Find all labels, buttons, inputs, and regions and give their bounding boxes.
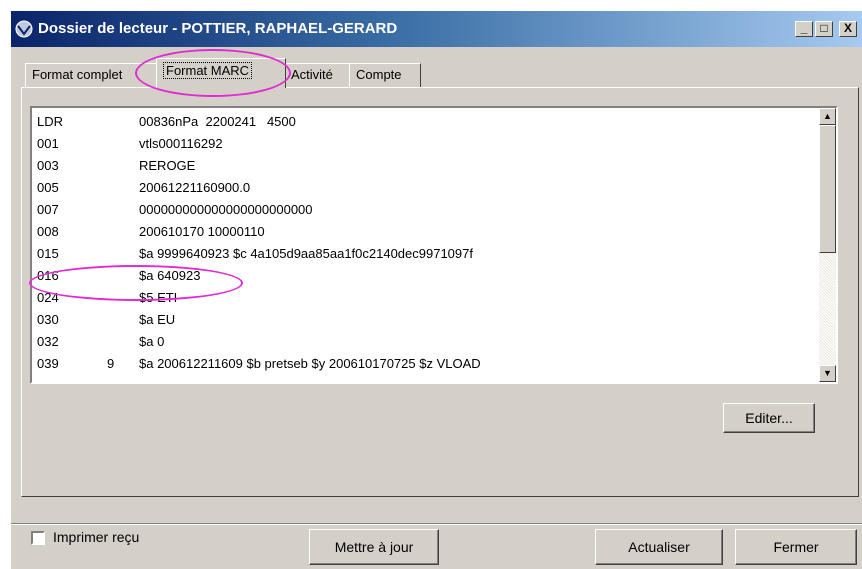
marc-tag: 007 bbox=[37, 202, 59, 217]
list-item[interactable]: 007 000000000000000000000000 bbox=[32, 200, 812, 220]
vertical-scrollbar[interactable]: ▲ ▼ bbox=[819, 108, 836, 382]
list-item[interactable]: LDR 00836nPa 2200241 4500 bbox=[32, 112, 812, 132]
marc-tag: 032 bbox=[37, 334, 59, 349]
marc-tag: 015 bbox=[37, 246, 59, 261]
maximize-button[interactable]: □ bbox=[815, 21, 833, 37]
update-button[interactable]: Mettre à jour bbox=[309, 529, 439, 565]
reader-record-window: Dossier de lecteur - POTTIER, RAPHAEL-GE… bbox=[10, 10, 862, 569]
print-receipt-label: Imprimer reçu bbox=[53, 529, 140, 545]
close-dialog-button[interactable]: Fermer bbox=[735, 529, 857, 565]
marc-value: 000000000000000000000000 bbox=[139, 202, 313, 217]
list-item[interactable]: 032 $a 0 bbox=[32, 332, 812, 352]
tab-format-complet[interactable]: Format complet bbox=[25, 63, 158, 87]
refresh-button[interactable]: Actualiser bbox=[595, 529, 723, 565]
scrollbar-thumb[interactable] bbox=[819, 125, 836, 253]
list-item[interactable]: 001 vtls000116292 bbox=[32, 134, 812, 154]
title-bar[interactable]: Dossier de lecteur - POTTIER, RAPHAEL-GE… bbox=[11, 11, 862, 47]
marc-tag: 030 bbox=[37, 312, 59, 327]
marc-value: 00836nPa 2200241 4500 bbox=[139, 114, 296, 129]
tab-label: Format complet bbox=[32, 67, 123, 82]
tab-activite[interactable]: Activité bbox=[284, 63, 350, 87]
list-item[interactable]: 039 9 $a 200612211609 $b pretseb $y 2006… bbox=[32, 354, 812, 374]
marc-indicator: 9 bbox=[107, 356, 115, 371]
tab-label: Format MARC bbox=[163, 62, 253, 79]
scroll-down-icon[interactable]: ▼ bbox=[819, 365, 836, 382]
marc-tag: 008 bbox=[37, 224, 59, 239]
list-item[interactable]: 024 $5 ETI bbox=[32, 288, 812, 308]
close-button[interactable]: X bbox=[839, 21, 857, 37]
tab-format-marc[interactable]: Format MARC bbox=[156, 58, 286, 88]
list-item[interactable]: 008 200610170 10000110 bbox=[32, 222, 812, 242]
marc-value: $a 0 bbox=[139, 334, 165, 349]
tab-compte[interactable]: Compte bbox=[349, 63, 421, 87]
marc-value: vtls000116292 bbox=[139, 136, 223, 151]
list-item[interactable]: 030 $a EU bbox=[32, 310, 812, 330]
tab-label: Compte bbox=[356, 67, 402, 82]
edit-button[interactable]: Editer... bbox=[723, 403, 815, 433]
marc-value: $a 9999640923 $c 4a105d9aa85aa1f0c2140de… bbox=[139, 246, 473, 261]
scroll-up-icon[interactable]: ▲ bbox=[819, 108, 836, 125]
marc-value: $a 200612211609 $b pretseb $y 2006101707… bbox=[139, 356, 481, 371]
list-item[interactable]: 003 REROGE bbox=[32, 156, 812, 176]
marc-record-list[interactable]: LDR 00836nPa 2200241 4500 001 vtls000116… bbox=[30, 106, 838, 384]
marc-value: REROGE bbox=[139, 158, 196, 173]
list-item[interactable]: 005 20061221160900.0 bbox=[32, 178, 812, 198]
marc-tag: 039 bbox=[37, 356, 59, 371]
tab-label: Activité bbox=[291, 67, 333, 82]
minimize-button[interactable]: _ bbox=[795, 21, 813, 37]
marc-tag: 005 bbox=[37, 180, 59, 195]
marc-value: 20061221160900.0 bbox=[139, 180, 251, 195]
marc-tag: 016 bbox=[37, 268, 59, 283]
print-receipt-checkbox[interactable] bbox=[31, 531, 45, 545]
marc-tag: LDR bbox=[37, 114, 64, 129]
marc-tag: 003 bbox=[37, 158, 59, 173]
list-item[interactable]: 016 $a 640923 bbox=[32, 266, 812, 286]
footer-separator bbox=[11, 523, 862, 525]
marc-value: $5 ETI bbox=[139, 290, 178, 305]
marc-value: $a 640923 bbox=[139, 268, 201, 283]
marc-value: 200610170 10000110 bbox=[139, 224, 265, 239]
marc-value: $a EU bbox=[139, 312, 176, 327]
marc-tag: 001 bbox=[37, 136, 59, 151]
app-icon bbox=[15, 20, 33, 38]
list-item[interactable]: 015 $a 9999640923 $c 4a105d9aa85aa1f0c21… bbox=[32, 244, 812, 264]
marc-tag: 024 bbox=[37, 290, 59, 305]
window-title: Dossier de lecteur - POTTIER, RAPHAEL-GE… bbox=[38, 20, 398, 37]
